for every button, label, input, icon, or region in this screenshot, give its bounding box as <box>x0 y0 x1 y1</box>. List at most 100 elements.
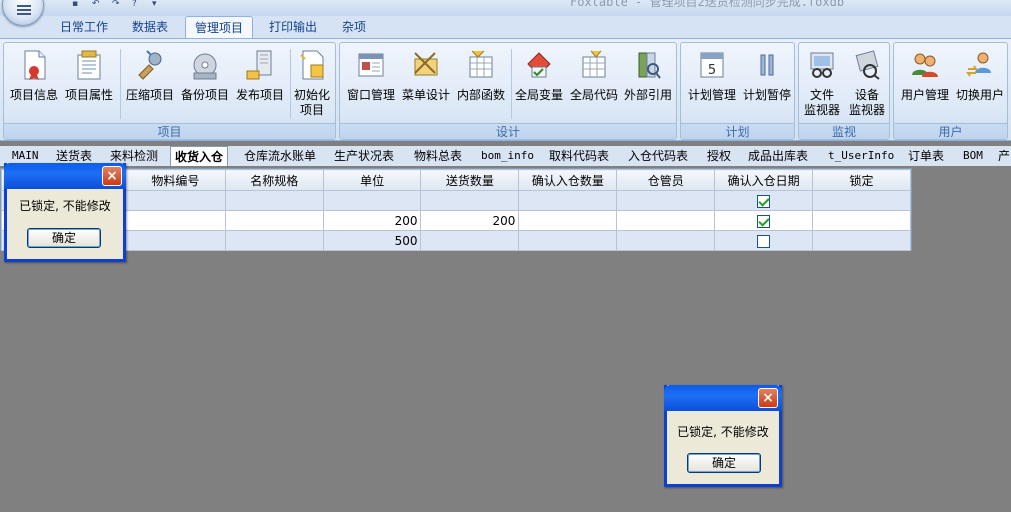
locked-cell[interactable] <box>714 230 814 251</box>
user-manager-button[interactable]: 用户管理 <box>897 47 953 121</box>
redo-icon[interactable]: ↷ <box>112 0 126 9</box>
keeper-cell[interactable] <box>518 230 618 251</box>
confirm-qty-cell[interactable] <box>420 230 520 251</box>
unit-cell[interactable] <box>224 190 324 211</box>
project-info-button[interactable]: 项目信息 <box>6 47 62 121</box>
publish-project-button[interactable]: 发布项目 <box>232 47 288 121</box>
file-monitor-button[interactable]: 文件 监视器 <box>799 47 845 121</box>
separator <box>120 49 121 119</box>
confirm-qty-cell[interactable]: 200 <box>420 210 520 231</box>
column-header[interactable]: 仓管员 <box>616 169 716 191</box>
unit-cell[interactable] <box>224 230 324 251</box>
ribbon-tab-print[interactable]: 打印输出 <box>258 16 328 38</box>
doc-tab-inbound-code[interactable]: 入仓代码表 <box>628 146 688 166</box>
internal-functions-button[interactable]: 内部函数 <box>453 47 509 121</box>
column-header[interactable]: 送货数量 <box>420 169 520 191</box>
doc-tab-bom[interactable]: BOM <box>963 146 983 166</box>
menu-design-button[interactable]: 菜单设计 <box>398 47 454 121</box>
locked-checkbox[interactable] <box>757 214 771 228</box>
ribbon-tab-tables[interactable]: 数据表 <box>120 16 180 38</box>
device-monitor-button[interactable]: 设备 监视器 <box>844 47 890 121</box>
confirm-qty-cell[interactable] <box>420 190 520 211</box>
ribbon-tab-misc[interactable]: 杂项 <box>332 16 376 38</box>
compress-project-label: 压缩项目 <box>125 88 174 102</box>
table-row[interactable] <box>1 190 911 211</box>
column-header[interactable]: 单位 <box>322 169 422 191</box>
locked-checkbox[interactable] <box>757 194 771 208</box>
doc-tab-authorization[interactable]: 授权 <box>707 146 731 166</box>
table-row[interactable]: 10-03412-065-0 200 200 <box>1 210 911 231</box>
customize-dropdown-icon[interactable]: ▾ <box>152 0 166 9</box>
publish-project-icon <box>246 50 272 80</box>
date-cell[interactable] <box>616 230 716 251</box>
device-monitor-label-2: 监视器 <box>848 103 885 117</box>
external-references-label: 外部引用 <box>623 88 672 102</box>
save-icon[interactable]: ▪ <box>72 0 86 9</box>
compress-project-button[interactable]: 压缩项目 <box>122 47 178 121</box>
doc-tab-receiving[interactable]: 收货入仓 <box>170 146 229 166</box>
ok-button[interactable]: 确定 <box>687 453 761 473</box>
delivery-qty-cell[interactable] <box>322 190 422 211</box>
column-header[interactable]: 名称规格 <box>224 169 324 191</box>
doc-tab-orders[interactable]: 订单表 <box>908 146 944 166</box>
global-code-icon <box>582 50 606 78</box>
global-code-button[interactable]: 全局代码 <box>566 47 622 121</box>
doc-tab-userinfo[interactable]: t_UserInfo <box>828 146 894 166</box>
initialize-project-label-2: 项目 <box>299 103 324 117</box>
plan-manager-button[interactable]: 5 计划管理 <box>684 47 740 121</box>
undo-icon[interactable]: ↶ <box>92 0 106 9</box>
delivery-qty-cell[interactable]: 200 <box>322 210 422 231</box>
device-monitor-icon <box>855 50 880 80</box>
message-box-caption: × <box>664 385 782 411</box>
close-icon[interactable]: × <box>102 166 122 186</box>
column-header[interactable]: 确认入仓日期 <box>714 169 814 191</box>
date-cell[interactable] <box>616 210 716 231</box>
column-header[interactable]: 锁定 <box>812 169 911 191</box>
project-properties-button[interactable]: 项目属性 <box>61 47 117 121</box>
unit-cell[interactable] <box>224 210 324 231</box>
doc-tab-production-status[interactable]: 生产状况表 <box>334 146 394 166</box>
backup-project-button[interactable]: 备份项目 <box>177 47 233 121</box>
initialize-project-button[interactable]: 初始化 项目 <box>288 47 336 121</box>
users-icon <box>912 53 938 77</box>
keeper-cell[interactable] <box>518 190 618 211</box>
plan-pause-button[interactable]: 计划暂停 <box>739 47 795 121</box>
close-icon[interactable]: × <box>758 388 778 408</box>
global-variables-button[interactable]: 全局变量 <box>511 47 567 121</box>
date-cell[interactable] <box>616 190 716 211</box>
group-project: 项目信息 项目属性 压缩项目 备份项目 发布项目 初始化 项目 项目 <box>3 42 336 140</box>
switch-user-button[interactable]: 切换用户 <box>952 47 1008 121</box>
extra-cell <box>812 210 911 231</box>
ok-button[interactable]: 确定 <box>27 228 101 248</box>
doc-tab-finished-goods[interactable]: 成品出库表 <box>748 146 808 166</box>
message-box: × 已锁定, 不能修改 确定 <box>664 385 782 487</box>
delivery-qty-cell[interactable]: 500 <box>322 230 422 251</box>
doc-tab-warehouse-ledger[interactable]: 仓库流水账单 <box>244 146 316 166</box>
group-user: 用户管理 切换用户 用户 <box>893 42 1008 140</box>
name-spec-cell[interactable] <box>124 190 226 211</box>
locked-cell[interactable] <box>714 190 814 211</box>
help-icon[interactable]: ? <box>132 0 146 9</box>
doc-tab-pick-code[interactable]: 取料代码表 <box>549 146 609 166</box>
column-header[interactable]: 物料编号 <box>124 169 226 191</box>
locked-cell[interactable] <box>714 210 814 231</box>
table-row[interactable]: 10-03412-065-0 500 <box>1 230 911 251</box>
ribbon-tab-daily[interactable]: 日常工作 <box>50 16 118 38</box>
doc-tab-more[interactable]: 产 <box>998 146 1010 166</box>
name-spec-cell[interactable] <box>124 210 226 231</box>
doc-tab-bom-info[interactable]: bom_info <box>481 146 534 166</box>
doc-tab-material-master[interactable]: 物料总表 <box>414 146 462 166</box>
group-user-label: 用户 <box>894 123 1007 139</box>
name-spec-cell[interactable] <box>124 230 226 251</box>
window-manager-button[interactable]: 窗口管理 <box>343 47 399 121</box>
external-references-button[interactable]: 外部引用 <box>620 47 676 121</box>
menu-design-icon <box>414 52 438 76</box>
global-code-label: 全局代码 <box>569 88 618 102</box>
data-grid[interactable]: 物料编号 名称规格 单位 送货数量 确认入仓数量 仓管员 确认入仓日期 锁定 1… <box>0 168 912 251</box>
keeper-cell[interactable] <box>518 210 618 231</box>
locked-checkbox[interactable] <box>757 234 771 248</box>
ribbon-tab-manage-project[interactable]: 管理项目 <box>185 16 253 38</box>
initialize-project-icon <box>300 50 324 80</box>
group-design-label: 设计 <box>340 123 676 139</box>
column-header[interactable]: 确认入仓数量 <box>518 169 618 191</box>
